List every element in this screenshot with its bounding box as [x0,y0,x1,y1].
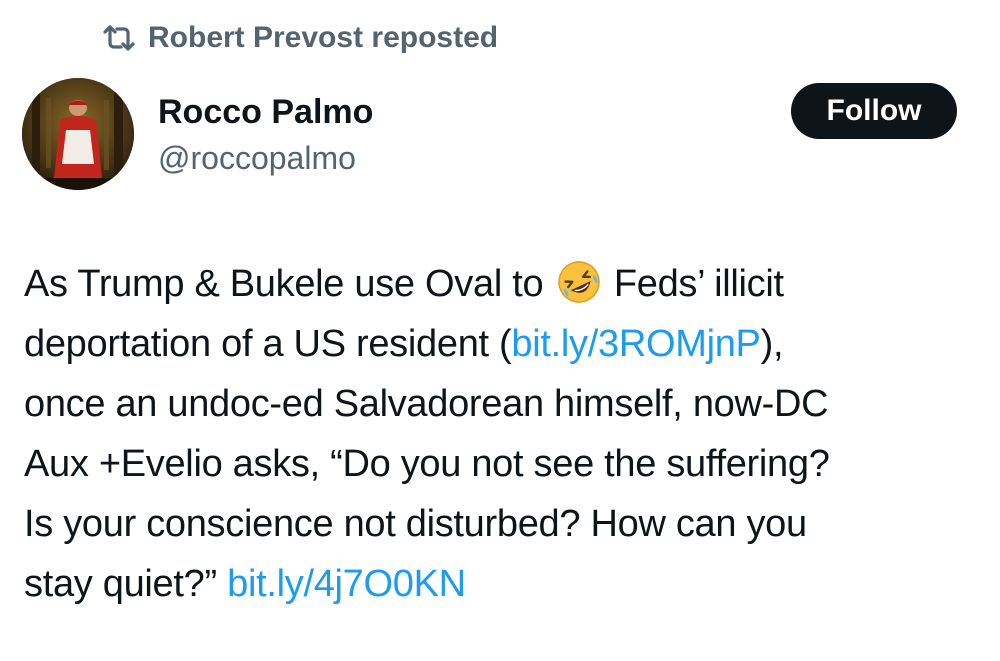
tweet-line: once an undoc-ed Salvadorean himself, no… [24,383,829,425]
author-display-name[interactable]: Rocco Palmo [158,92,373,132]
follow-button[interactable]: Follow [791,83,957,139]
tweet-line: stay quiet?” bit.ly/4j7O0KN [24,554,984,614]
tweet-line: As Trump & Bukele use Oval to Feds’ illi… [24,254,984,314]
repost-indicator[interactable]: Robert Prevost reposted [102,18,498,58]
repost-label[interactable]: Robert Prevost reposted [148,21,498,55]
author-block: Rocco Palmo @roccopalmo [158,92,373,178]
rolling-on-floor-laughing-emoji-icon [556,259,602,305]
author-handle[interactable]: @roccopalmo [158,138,373,178]
avatar-cardinal-photo [22,78,134,190]
tweet-link-1[interactable]: bit.ly/3ROMjnP [511,323,761,365]
tweet-text-segment: As Trump & Bukele use Oval to [24,263,544,305]
avatar[interactable] [22,78,134,190]
tweet-text-segment: stay quiet?” [24,563,228,605]
tweet-line: Aux +Evelio asks, “Do you not see the su… [24,443,830,485]
tweet-link-2[interactable]: bit.ly/4j7O0KN [227,563,466,605]
tweet-text-segment: Feds’ illicit [613,263,784,305]
tweet-text: As Trump & Bukele use Oval to Feds’ illi… [24,254,984,614]
tweet-text-segment: deportation of a US resident ( [24,323,512,365]
tweet-line: deportation of a US resident (bit.ly/3RO… [24,314,984,374]
tweet-text-segment: ), [760,323,784,365]
repost-icon [102,23,136,53]
tweet-line: Is your conscience not disturbed? How ca… [24,503,807,545]
